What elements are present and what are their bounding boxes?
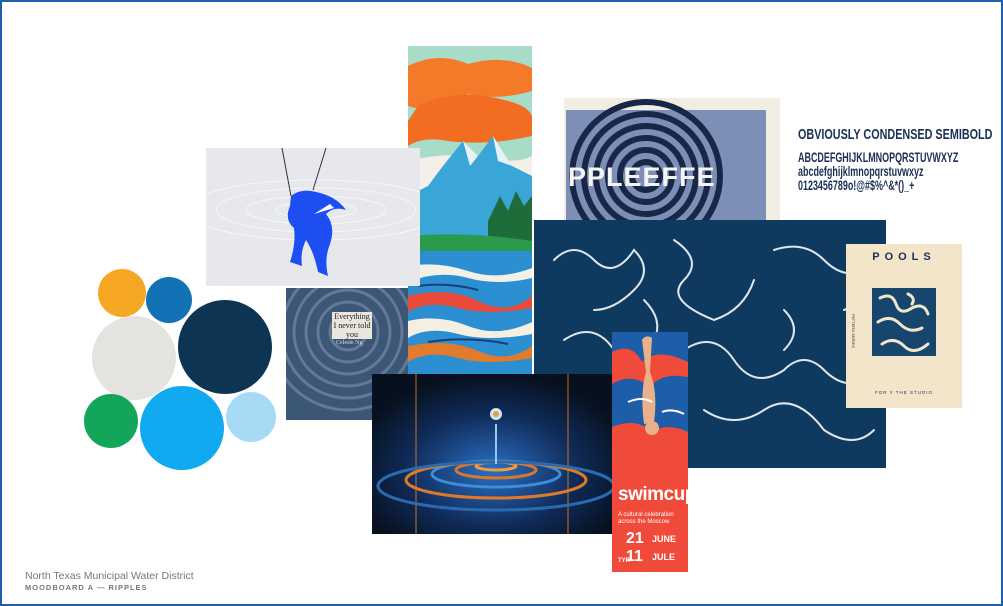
pools-footer: FOR Y THE STUDIO — [874, 390, 933, 395]
palette-bright-blue-swatch — [140, 386, 224, 470]
palette-navy-swatch — [178, 300, 272, 394]
swimcup-date1-month: JUNE — [652, 534, 677, 544]
typeface-specimen: OBVIOUSLY CONDENSED SEMIBOLD ABCDEFGHIJK… — [798, 126, 992, 206]
palette-blue-swatch — [146, 277, 192, 323]
ripple-effect-poster: PPLEEFFE — [564, 98, 780, 222]
moodboard: PPLEEFFE OBVIOUSLY CONDENSED SEMIBOLD AB… — [0, 0, 1003, 606]
book-author: Celeste Ng — [336, 340, 363, 346]
water-droplet-photo — [372, 374, 616, 534]
palette-green-swatch — [84, 394, 138, 448]
swimcup-title: swimcup — [618, 484, 688, 505]
typeface-numerals: 0123456789o!@#$%^&*()_+ — [798, 177, 915, 193]
book-title: Everything I never told you — [332, 312, 372, 339]
swimcup-date2-month: JULE — [652, 552, 676, 562]
organization-name: North Texas Municipal Water District — [25, 570, 194, 582]
mountain-lake-painting — [408, 46, 532, 376]
swimcup-date1-number: 21 — [626, 530, 644, 547]
color-palette — [82, 268, 282, 470]
swimcup-subtitle: A cultural celebration across the Moscow — [618, 512, 674, 525]
typeface-lowercase: abcdefghijklmnopqrstuvwxyz — [798, 163, 924, 179]
pools-side-label: PATTERN SERIES — [851, 314, 856, 348]
typeface-uppercase: ABCDEFGHIJKLMNOPQRSTUVWXYZ — [798, 149, 959, 165]
moodboard-label: MOODBOARD A — RIPPLES — [25, 583, 148, 592]
pools-title: POOLS — [872, 251, 936, 263]
palette-light-gray-swatch — [92, 316, 176, 400]
pools-poster: POOLS PATTERN SERIES FOR Y THE STUDIO — [846, 244, 962, 408]
palette-pale-blue-swatch — [226, 392, 276, 442]
ripple-effect-text: PPLEEFFE — [568, 162, 716, 192]
swimcup-poster: swimcup A cultural celebration across th… — [612, 332, 688, 572]
palette-orange-swatch — [98, 269, 146, 317]
typeface-name: OBVIOUSLY CONDENSED SEMIBOLD — [798, 126, 993, 143]
dancer-ripple-photo — [185, 147, 447, 286]
swimcup-brand: TYR — [618, 558, 630, 564]
